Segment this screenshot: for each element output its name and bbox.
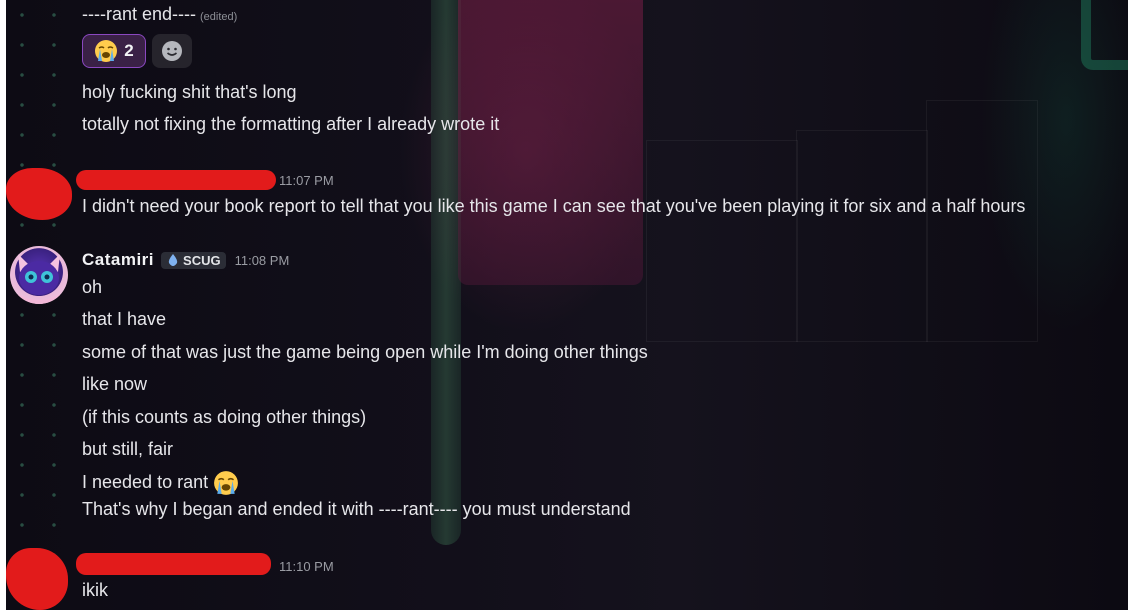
loudly-crying-face-emoji-icon bbox=[214, 471, 239, 495]
background-dots bbox=[6, 0, 76, 610]
background-panel bbox=[796, 130, 928, 342]
message-line: oh bbox=[82, 277, 102, 298]
message-line: like now bbox=[82, 374, 147, 395]
message-line: but still, fair bbox=[82, 439, 173, 460]
username[interactable]: Catamiri bbox=[82, 250, 154, 270]
background-tube bbox=[431, 0, 461, 545]
message-text: some of that was just the game being ope… bbox=[82, 342, 648, 362]
background-panel bbox=[926, 100, 1038, 342]
message-text: but still, fair bbox=[82, 439, 174, 459]
avatar[interactable] bbox=[10, 246, 68, 304]
server-tag-label: SCUG bbox=[183, 252, 221, 268]
redacted-username bbox=[76, 553, 271, 575]
background-poster bbox=[458, 0, 643, 285]
cat-avatar-icon bbox=[18, 254, 60, 304]
message-line: I didn't need your book report to tell t… bbox=[82, 196, 1025, 217]
message-line: ikik bbox=[82, 580, 108, 601]
message-line: (if this counts as doing other things) bbox=[82, 407, 366, 428]
smiley-add-reaction-icon bbox=[162, 41, 182, 61]
reactions-bar: 2 bbox=[82, 34, 192, 68]
message-line: That's why I began and ended it with ---… bbox=[82, 499, 631, 520]
droplet-icon bbox=[168, 254, 178, 266]
edited-label: (edited) bbox=[200, 11, 238, 23]
add-reaction-button[interactable] bbox=[152, 34, 192, 68]
background-panel bbox=[646, 140, 798, 342]
redacted-username bbox=[76, 170, 276, 190]
message-text: I didn't need your book report to tell t… bbox=[82, 196, 1026, 216]
message-line: totally not fixing the formatting after … bbox=[82, 114, 499, 135]
message-text: totally not fixing the formatting after … bbox=[82, 114, 500, 134]
message-text: holy fucking shit that's long bbox=[82, 82, 297, 102]
message-timestamp: 11:10 PM bbox=[279, 559, 334, 574]
message-line: I needed to rant bbox=[82, 470, 239, 496]
loudly-crying-face-emoji-icon bbox=[95, 40, 118, 62]
message-line: some of that was just the game being ope… bbox=[82, 342, 648, 363]
message-timestamp: 11:08 PM bbox=[234, 252, 290, 268]
background-frame bbox=[1081, 0, 1128, 70]
reaction-button[interactable]: 2 bbox=[82, 34, 146, 68]
message-text: That's why I began and ended it with ---… bbox=[82, 499, 631, 519]
message-text: ----rant end---- bbox=[82, 4, 197, 24]
server-tag[interactable]: SCUG bbox=[161, 251, 226, 269]
message-timestamp: 11:07 PM bbox=[279, 173, 334, 188]
message-text: (if this counts as doing other things) bbox=[82, 407, 367, 427]
message-line: ----rant end---- (edited) bbox=[82, 4, 237, 25]
message-header: Catamiri SCUG 11:08 PM bbox=[82, 250, 289, 270]
message-text: oh bbox=[82, 277, 103, 297]
message-text: like now bbox=[82, 374, 148, 394]
message-line: holy fucking shit that's long bbox=[82, 82, 297, 103]
message-text: that I have bbox=[82, 309, 167, 329]
message-text: ikik bbox=[82, 580, 108, 600]
message-text: I needed to rant bbox=[82, 471, 209, 492]
reaction-count: 2 bbox=[124, 41, 134, 60]
message-line: that I have bbox=[82, 309, 166, 330]
chat-area: ----rant end----(edited) 2 holy fucking bbox=[6, 0, 1128, 610]
